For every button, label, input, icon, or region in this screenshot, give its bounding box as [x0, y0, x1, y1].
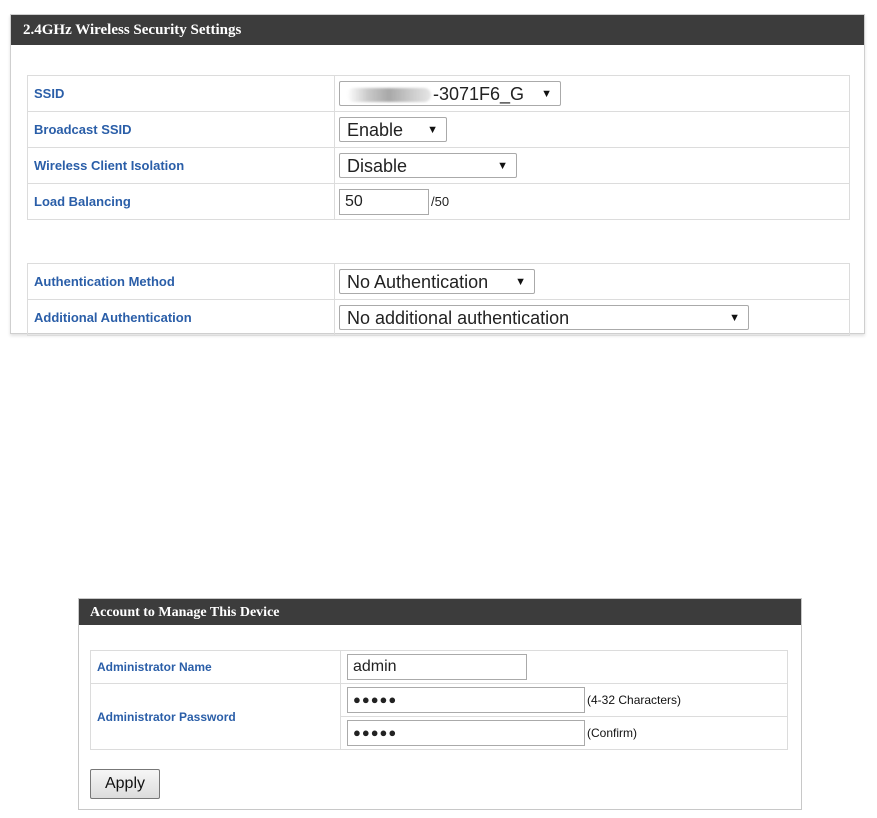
ssid-row: SSID -3071F6_G ▼ — [27, 75, 850, 112]
chevron-down-icon: ▼ — [729, 312, 740, 324]
account-panel-title: Account to Manage This Device — [79, 599, 801, 625]
chevron-down-icon: ▼ — [497, 160, 508, 172]
additional-auth-label: Additional Authentication — [27, 299, 335, 336]
account-table: Administrator Name admin Administrator P… — [90, 650, 788, 750]
additional-auth-select[interactable]: No additional authentication ▼ — [339, 305, 749, 330]
chevron-down-icon: ▼ — [541, 88, 552, 100]
chevron-down-icon: ▼ — [427, 124, 438, 136]
admin-name-label: Administrator Name — [90, 650, 341, 684]
load-balancing-row: Load Balancing 50/50 — [27, 183, 850, 220]
load-balancing-max: /50 — [431, 194, 450, 209]
confirm-password-input[interactable]: ●●●●● — [347, 720, 585, 746]
broadcast-ssid-value: Enable — [347, 120, 404, 140]
broadcast-ssid-label: Broadcast SSID — [27, 111, 335, 148]
ssid-select[interactable]: -3071F6_G ▼ — [339, 81, 561, 106]
client-isolation-value: Disable — [347, 156, 408, 176]
additional-auth-row: Additional Authentication No additional … — [27, 299, 850, 336]
ssid-value: -3071F6_G — [433, 84, 525, 104]
redacted-ssid-prefix — [347, 88, 431, 103]
admin-name-row: Administrator Name admin — [90, 650, 788, 684]
confirm-note: (Confirm) — [587, 726, 637, 740]
admin-password-row: Administrator Password ●●●●● (4-32 Charac… — [90, 683, 788, 750]
load-balancing-input[interactable]: 50 — [339, 188, 429, 215]
auth-method-value: No Authentication — [347, 272, 489, 292]
authentication-table: Authentication Method No Authentication … — [27, 263, 850, 336]
client-isolation-row: Wireless Client Isolation Disable ▼ — [27, 147, 850, 184]
client-isolation-select[interactable]: Disable ▼ — [339, 153, 517, 178]
wireless-settings-table: SSID -3071F6_G ▼ Broadcast SSID Enable ▼… — [27, 75, 850, 220]
auth-method-row: Authentication Method No Authentication … — [27, 263, 850, 300]
apply-button[interactable]: Apply — [90, 769, 160, 799]
auth-method-select[interactable]: No Authentication ▼ — [339, 269, 535, 294]
ssid-label: SSID — [27, 75, 335, 112]
additional-auth-value: No additional authentication — [347, 308, 570, 328]
wireless-security-panel: 2.4GHz Wireless Security Settings SSID -… — [10, 14, 865, 336]
wireless-security-title: 2.4GHz Wireless Security Settings — [11, 15, 864, 45]
account-panel: Account to Manage This Device Administra… — [78, 598, 802, 810]
password-length-note: (4-32 Characters) — [587, 693, 682, 707]
client-isolation-label: Wireless Client Isolation — [27, 147, 335, 184]
broadcast-ssid-row: Broadcast SSID Enable ▼ — [27, 111, 850, 148]
load-balancing-label: Load Balancing — [27, 183, 335, 220]
admin-password-label: Administrator Password — [90, 683, 341, 750]
auth-method-label: Authentication Method — [27, 263, 335, 300]
admin-password-input[interactable]: ●●●●● — [347, 687, 585, 713]
chevron-down-icon: ▼ — [515, 276, 526, 288]
admin-name-input[interactable]: admin — [347, 654, 527, 680]
broadcast-ssid-select[interactable]: Enable ▼ — [339, 117, 447, 142]
